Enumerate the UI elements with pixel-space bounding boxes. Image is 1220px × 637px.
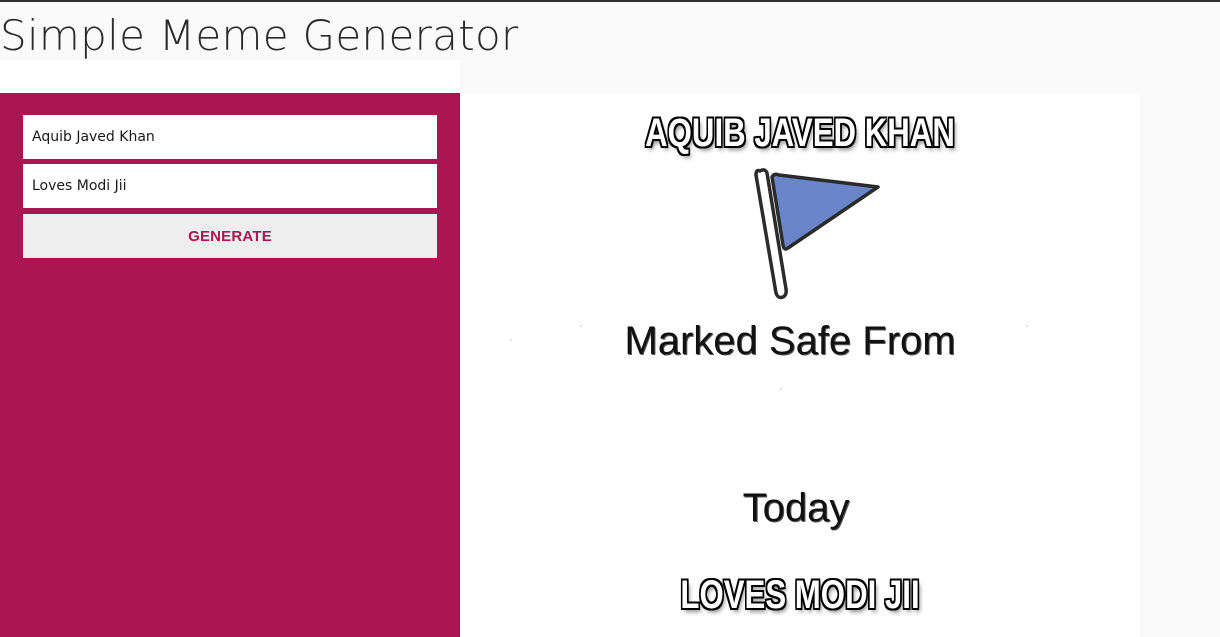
meme-image-text-marked: Marked Safe From [624,319,956,363]
flag-icon [754,168,880,300]
generate-button[interactable]: GENERATE [23,214,437,258]
page-title: Simple Meme Generator [0,11,519,60]
right-margin [1140,93,1220,637]
meme-image-text-today: Today [742,486,850,530]
top-border [0,0,1220,2]
header-strip [0,60,460,94]
meme-bottom-caption: LOVES MODI JII [680,573,920,617]
bottom-text-input[interactable] [23,164,437,208]
meme-form-panel: GENERATE [0,93,460,637]
meme-preview: Marked Safe From Today AQUIB JAVED KHAN … [460,93,1140,637]
meme-top-caption: AQUIB JAVED KHAN [645,111,955,155]
image-artifact [780,388,782,390]
top-text-input[interactable] [23,115,437,159]
